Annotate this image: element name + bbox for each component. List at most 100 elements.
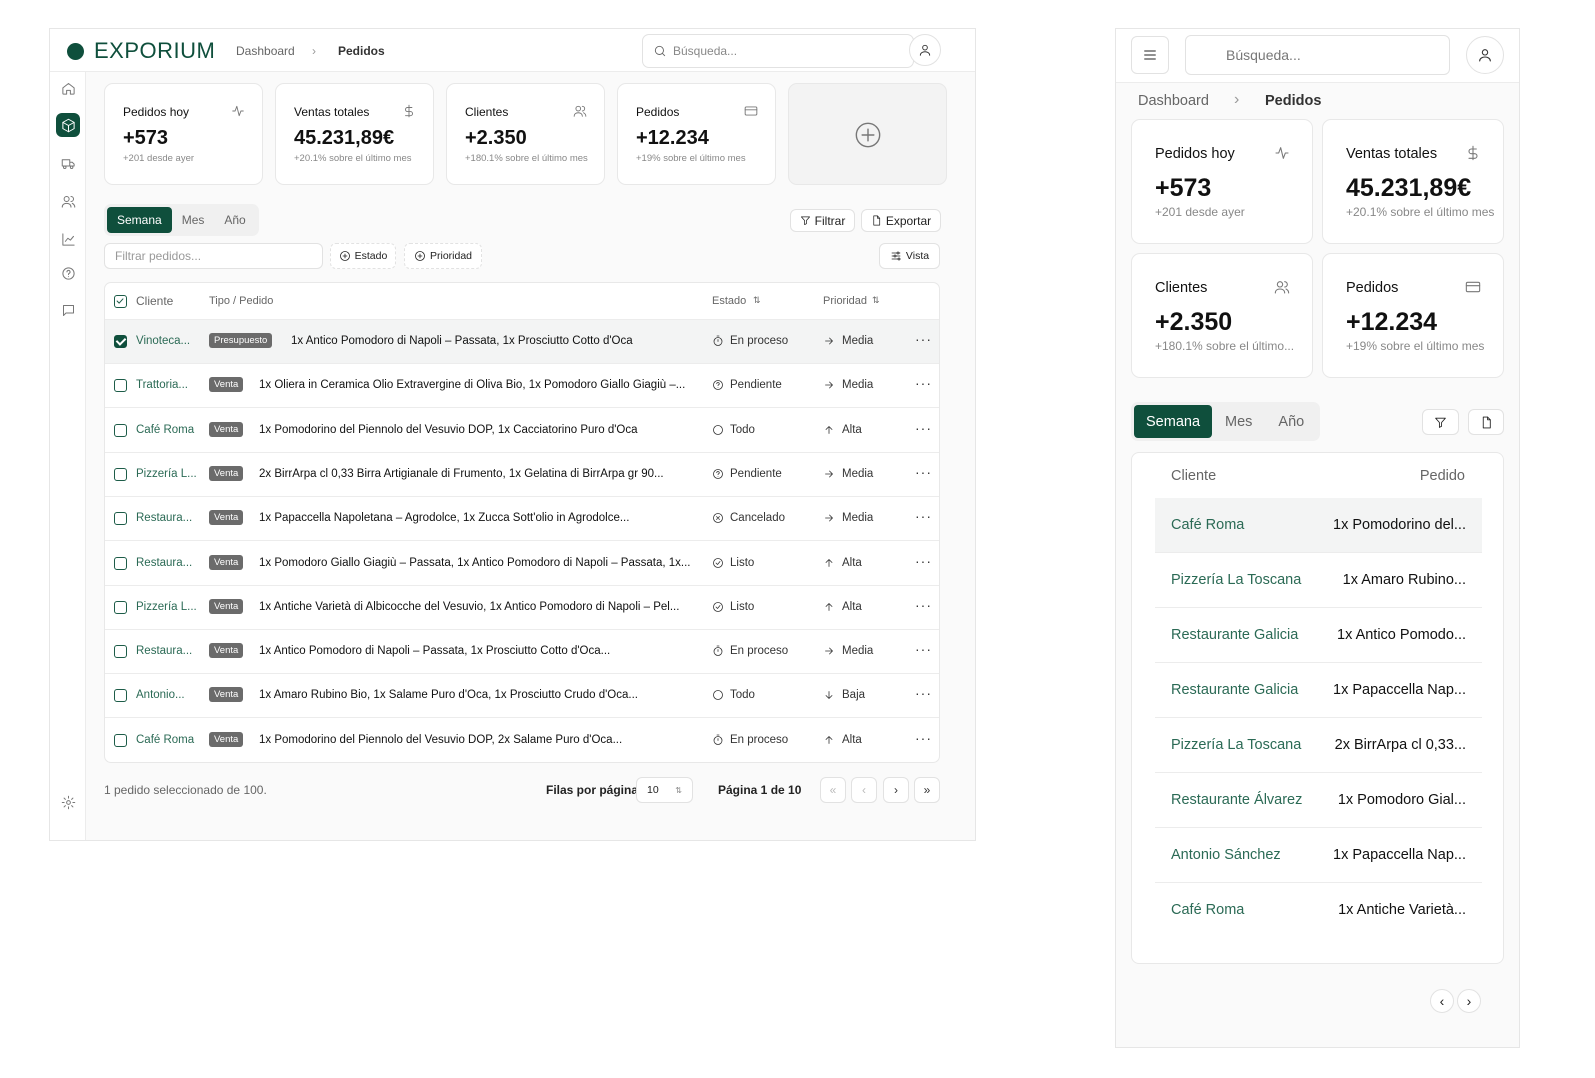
- table-row[interactable]: Restaura... Venta 1x Antico Pomodoro di Na…: [105, 630, 939, 675]
- row-cliente[interactable]: Pizzería L...: [136, 601, 197, 613]
- tab-ano[interactable]: Año: [1265, 405, 1317, 438]
- filter-button[interactable]: Filtrar: [790, 209, 855, 232]
- view-options-button[interactable]: Vista: [879, 243, 940, 269]
- logo[interactable]: EXPORIUM: [67, 40, 215, 62]
- header-cliente[interactable]: Cliente: [136, 294, 173, 308]
- prioridad-filter-button[interactable]: Prioridad: [404, 243, 482, 269]
- mobile-row-cliente[interactable]: Café Roma: [1171, 517, 1244, 533]
- header-prioridad[interactable]: Prioridad: [823, 295, 867, 307]
- table-row[interactable]: Vinoteca... Presupuesto 1x Antico Pomodoro…: [105, 320, 939, 364]
- row-actions-more-icon[interactable]: ···: [915, 508, 932, 524]
- row-cliente[interactable]: Restaura...: [136, 557, 192, 569]
- mobile-row-cliente[interactable]: Restaurante Galicia: [1171, 682, 1298, 698]
- mobile-export-button[interactable]: [1468, 409, 1504, 435]
- select-all-checkbox[interactable]: [114, 295, 127, 308]
- sidebar-item-home[interactable]: [56, 76, 80, 100]
- first-page-button[interactable]: «: [820, 777, 846, 803]
- row-checkbox[interactable]: [114, 512, 127, 526]
- mobile-table-row[interactable]: Pizzería La Toscana 2x BirrArpa cl 0,33..…: [1155, 718, 1482, 773]
- row-actions-more-icon[interactable]: ···: [915, 641, 932, 657]
- table-row[interactable]: Restaura... Venta 1x Papaccella Napoletana…: [105, 497, 939, 542]
- row-cliente[interactable]: Restaura...: [136, 645, 192, 657]
- row-checkbox[interactable]: [114, 467, 127, 481]
- prev-page-button[interactable]: ‹: [851, 777, 877, 803]
- mobile-row-cliente[interactable]: Pizzería La Toscana: [1171, 737, 1301, 753]
- mobile-search-input[interactable]: Búsqueda...: [1185, 35, 1450, 75]
- mobile-filter-button[interactable]: [1422, 409, 1459, 435]
- sort-icon[interactable]: ⇅: [753, 295, 761, 306]
- sidebar-item-messages[interactable]: [56, 298, 80, 322]
- row-actions-more-icon[interactable]: ···: [915, 553, 932, 569]
- table-row[interactable]: Restaura... Venta 1x Pomodoro Giallo Giagi…: [105, 542, 939, 586]
- mobile-table-row[interactable]: Antonio Sánchez 1x Papaccella Nap...: [1155, 828, 1482, 883]
- row-checkbox[interactable]: [114, 335, 127, 348]
- row-actions-more-icon[interactable]: ···: [915, 685, 932, 701]
- sidebar-item-settings[interactable]: [56, 790, 80, 814]
- table-row[interactable]: Café Roma Venta 1x Pomodorino del Piennolo…: [105, 719, 939, 762]
- table-row[interactable]: Pizzería L... Venta 1x Antiche Varietà di …: [105, 586, 939, 630]
- sidebar-item-customers[interactable]: [56, 189, 80, 213]
- mobile-table-row[interactable]: Restaurante Álvarez 1x Pomodoro Gial...: [1155, 773, 1482, 828]
- user-avatar-button[interactable]: [909, 34, 941, 66]
- mobile-table-row[interactable]: Pizzería La Toscana 1x Amaro Rubino...: [1155, 553, 1482, 608]
- row-actions-more-icon[interactable]: ···: [915, 597, 932, 613]
- sidebar-item-orders[interactable]: [56, 113, 80, 137]
- row-checkbox[interactable]: [114, 733, 127, 747]
- row-cliente[interactable]: Pizzería L...: [136, 468, 197, 480]
- row-actions-more-icon[interactable]: ···: [915, 420, 932, 436]
- mobile-row-cliente[interactable]: Antonio Sánchez: [1171, 847, 1281, 863]
- table-row[interactable]: Pizzería L... Venta 2x BirrArpa cl 0,33 Bi…: [105, 453, 939, 497]
- mobile-row-cliente[interactable]: Café Roma: [1171, 902, 1244, 918]
- estado-filter-button[interactable]: Estado: [330, 243, 396, 269]
- table-row[interactable]: Café Roma Venta 1x Pomodorino del Piennolo…: [105, 409, 939, 453]
- row-cliente[interactable]: Vinoteca...: [136, 335, 190, 347]
- table-row[interactable]: Antonio... Venta 1x Amaro Rubino Bio, 1x S…: [105, 674, 939, 719]
- row-checkbox[interactable]: [114, 600, 127, 614]
- menu-button[interactable]: [1131, 36, 1169, 74]
- mobile-user-avatar-button[interactable]: [1466, 36, 1504, 74]
- sort-icon[interactable]: ⇅: [872, 295, 880, 306]
- last-page-button[interactable]: »: [914, 777, 940, 803]
- header-estado[interactable]: Estado: [712, 295, 746, 307]
- tab-semana[interactable]: Semana: [107, 207, 172, 233]
- row-checkbox[interactable]: [114, 379, 127, 393]
- row-actions-more-icon[interactable]: ···: [915, 464, 932, 480]
- tab-mes[interactable]: Mes: [172, 207, 215, 233]
- rows-per-page-select[interactable]: 10 ⇅: [636, 777, 693, 803]
- row-checkbox[interactable]: [114, 556, 127, 570]
- search-input[interactable]: Búsqueda...: [642, 34, 914, 68]
- row-checkbox[interactable]: [114, 645, 127, 659]
- sidebar-item-help[interactable]: [56, 261, 80, 285]
- mobile-next-page-button[interactable]: ›: [1457, 989, 1481, 1013]
- row-cliente[interactable]: Restaura...: [136, 512, 192, 524]
- mobile-table-row[interactable]: Restaurante Galicia 1x Papaccella Nap...: [1155, 663, 1482, 718]
- breadcrumb-dashboard[interactable]: Dashboard: [236, 44, 295, 58]
- mobile-prev-page-button[interactable]: ‹: [1430, 989, 1454, 1013]
- mobile-breadcrumb-dashboard[interactable]: Dashboard: [1138, 93, 1209, 109]
- mobile-row-cliente[interactable]: Restaurante Galicia: [1171, 627, 1298, 643]
- row-cliente[interactable]: Antonio...: [136, 689, 185, 701]
- row-actions-more-icon[interactable]: ···: [915, 375, 932, 391]
- mobile-table-row[interactable]: Café Roma 1x Antiche Varietà...: [1155, 883, 1482, 938]
- mobile-table-row[interactable]: Restaurante Galicia 1x Antico Pomodo...: [1155, 608, 1482, 663]
- sidebar-item-analytics[interactable]: [56, 227, 80, 251]
- next-page-button[interactable]: ›: [883, 777, 909, 803]
- row-cliente[interactable]: Trattoria...: [136, 379, 188, 391]
- row-cliente[interactable]: Café Roma: [136, 734, 194, 746]
- mobile-row-cliente[interactable]: Pizzería La Toscana: [1171, 572, 1301, 588]
- tab-mes[interactable]: Mes: [1212, 405, 1265, 438]
- mobile-table-row[interactable]: Café Roma 1x Pomodorino del...: [1155, 498, 1482, 553]
- tab-ano[interactable]: Año: [214, 207, 255, 233]
- export-button[interactable]: Exportar: [861, 209, 941, 232]
- row-checkbox[interactable]: [114, 423, 127, 437]
- row-actions-more-icon[interactable]: ···: [915, 331, 932, 347]
- table-row[interactable]: Trattoria... Venta 1x Oliera in Ceramica O…: [105, 364, 939, 409]
- row-cliente[interactable]: Café Roma: [136, 424, 194, 436]
- sidebar-item-shipping[interactable]: [56, 151, 80, 175]
- filter-orders-input[interactable]: Filtrar pedidos...: [104, 243, 323, 269]
- row-actions-more-icon[interactable]: ···: [915, 730, 932, 746]
- add-widget-card[interactable]: [788, 83, 947, 185]
- row-checkbox[interactable]: [114, 689, 127, 703]
- mobile-row-cliente[interactable]: Restaurante Álvarez: [1171, 792, 1302, 808]
- tab-semana[interactable]: Semana: [1134, 405, 1213, 438]
